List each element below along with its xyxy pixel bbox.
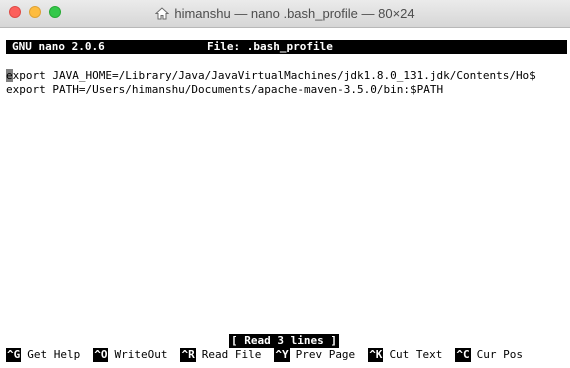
terminal-window: himanshu — nano .bash_profile — 80×24 GN… xyxy=(0,0,570,368)
shortcut-label: WriteOut xyxy=(114,348,168,361)
nano-status-bar: GNU nano 2.0.6 File: .bash_profile xyxy=(6,40,567,54)
file-label: File: .bash_profile xyxy=(207,40,333,53)
shortcut-writeout[interactable]: ^O WriteOut xyxy=(93,348,167,362)
shortcut-cur-pos[interactable]: ^C Cur Pos xyxy=(455,348,523,362)
shortcut-get-help[interactable]: ^G Get Help xyxy=(6,348,80,362)
shortcut-key: ^C xyxy=(455,348,471,362)
buffer-line[interactable]: export JAVA_HOME=/Library/Java/JavaVirtu… xyxy=(6,69,568,83)
shortcut-label: Cut Text xyxy=(389,348,443,361)
status-message: [ Read 3 lines ] xyxy=(229,334,339,348)
shortcut-label: Prev Page xyxy=(295,348,356,361)
shortcut-key: ^O xyxy=(93,348,109,362)
home-icon xyxy=(155,7,170,20)
shortcut-read-file[interactable]: ^R Read File xyxy=(180,348,261,362)
shortcut-bar: ^G Get Help ^O WriteOut ^R Read File ^Y Prev… xyxy=(6,348,536,362)
window-title: himanshu — nano .bash_profile — 80×24 xyxy=(174,6,415,21)
shortcut-prev-page[interactable]: ^Y Prev Page xyxy=(274,348,355,362)
shortcut-key: ^G xyxy=(6,348,22,362)
buffer-line[interactable]: export PATH=/Users/himanshu/Documents/ap… xyxy=(6,83,568,97)
shortcut-label: Get Help xyxy=(27,348,81,361)
editor-buffer[interactable]: export JAVA_HOME=/Library/Java/JavaVirtu… xyxy=(6,69,568,97)
buffer-line-text: xport JAVA_HOME=/Library/Java/JavaVirtua… xyxy=(12,69,536,82)
shortcut-label: Read File xyxy=(201,348,262,361)
title-bar[interactable]: himanshu — nano .bash_profile — 80×24 xyxy=(0,0,570,28)
shortcut-key: ^K xyxy=(368,348,384,362)
terminal-content[interactable]: GNU nano 2.0.6 File: .bash_profile expor… xyxy=(0,28,570,368)
shortcut-label: Cur Pos xyxy=(476,348,524,361)
shortcut-key: ^Y xyxy=(274,348,290,362)
text-cursor: e xyxy=(6,69,13,82)
shortcut-key: ^R xyxy=(180,348,196,362)
window-title-area: himanshu — nano .bash_profile — 80×24 xyxy=(0,0,570,27)
shortcut-cut-text[interactable]: ^K Cut Text xyxy=(368,348,442,362)
nano-version: GNU nano 2.0.6 xyxy=(12,40,105,53)
